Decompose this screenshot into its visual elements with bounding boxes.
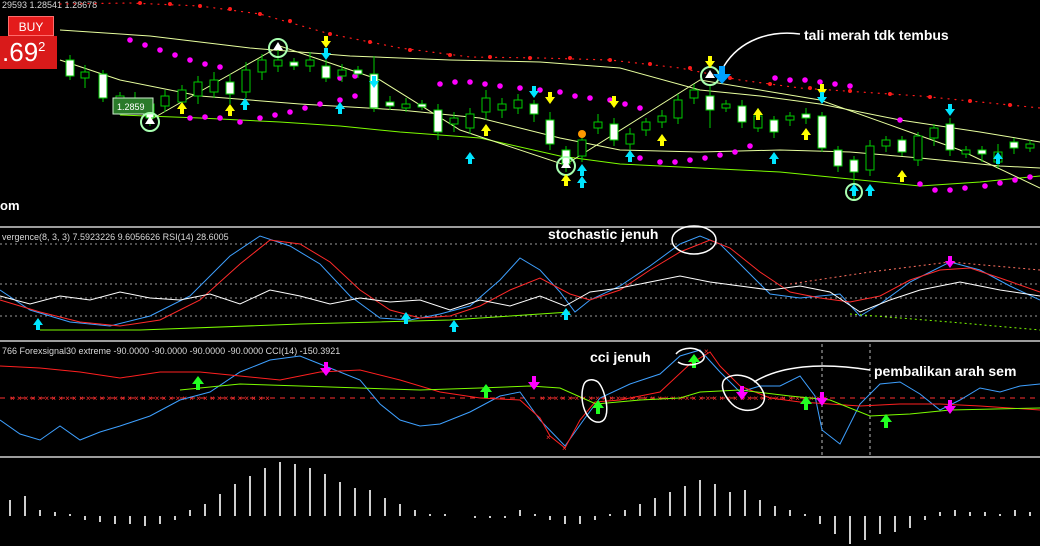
signal-box-label: 1.2859	[117, 102, 145, 112]
watermark-text: om	[0, 198, 20, 213]
annotation-stochastic-jenuh: stochastic jenuh	[548, 226, 658, 242]
buy-price-small: 2	[38, 39, 46, 54]
chart-canvas[interactable]: 29593 1.28541 1.28678 1.2859 tali merah …	[0, 0, 1040, 546]
svg-text:×: ×	[704, 347, 709, 356]
svg-text:×: ×	[546, 433, 551, 442]
annotation-tali-merah: tali merah tdk tembus	[804, 27, 949, 43]
ohlc-readout: 29593 1.28541 1.28678	[2, 0, 97, 10]
buy-price-big: 69	[9, 37, 39, 67]
svg-text:×: ×	[562, 444, 567, 453]
orange-signal-dot	[578, 130, 586, 138]
buy-price[interactable]: .692	[0, 36, 57, 69]
cci-panel-title: 766 Forexsignal30 extreme -90.0000 -90.0…	[2, 346, 340, 356]
annotation-cci-jenuh: cci jenuh	[590, 349, 651, 365]
svg-text:× × × × × × × × × × × × × × ×: × × × × × × × × × × × × × × × × × × × × …	[10, 394, 270, 403]
stochastic-panel-title: vergence(8, 3, 3) 7.5923226 9.6056626 RS…	[2, 232, 229, 242]
buy-button[interactable]: BUY	[8, 16, 54, 36]
annotation-pembalikan: pembalikan arah sem	[874, 363, 1016, 379]
one-click-trade-panel: BUY .692	[0, 16, 57, 69]
